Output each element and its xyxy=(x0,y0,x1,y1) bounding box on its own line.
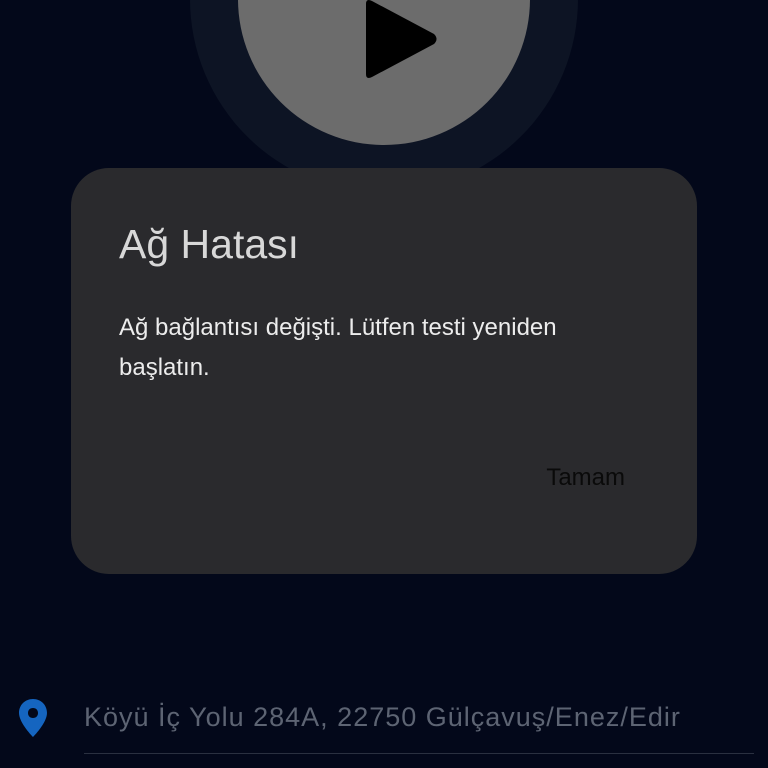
location-address: Köyü İç Yolu 284A, 22750 Gülçavuş/Enez/E… xyxy=(84,702,681,732)
network-error-dialog: Ağ Hatası Ağ bağlantısı değişti. Lütfen … xyxy=(71,168,697,574)
location-divider xyxy=(84,753,754,754)
ok-button[interactable]: Tamam xyxy=(546,464,625,492)
play-icon xyxy=(366,0,437,78)
dialog-message: Ağ bağlantısı değişti. Lütfen testi yeni… xyxy=(119,314,557,381)
location-row: Köyü İç Yolu 284A, 22750 Gülçavuş/Enez/E… xyxy=(0,690,768,754)
speed-test-screen: Köyü İç Yolu 284A, 22750 Gülçavuş/Enez/E… xyxy=(0,0,768,768)
dialog-title: Ağ Hatası xyxy=(119,221,300,267)
location-pin-icon xyxy=(19,699,47,737)
